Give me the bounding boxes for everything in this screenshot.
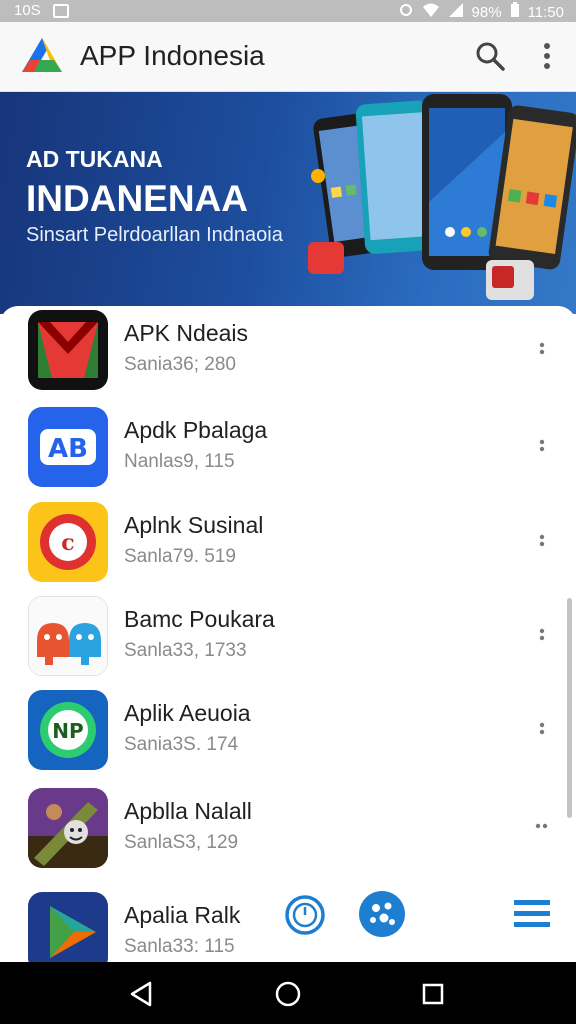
signal-icon xyxy=(448,2,464,22)
recents-button[interactable] xyxy=(417,978,449,1010)
app-name: Apalia Ralk xyxy=(124,902,241,928)
app-meta: Sanla33: 115 xyxy=(124,936,235,957)
item-more-button[interactable] xyxy=(532,528,552,558)
status-time-right: 11:50 xyxy=(527,3,564,21)
app-meta: Sania36; 280 xyxy=(124,354,236,375)
item-more-button[interactable] xyxy=(532,716,552,746)
app-name: APK Ndeais xyxy=(124,320,249,346)
battery-level: 98% xyxy=(471,3,502,21)
timer-icon xyxy=(285,895,325,935)
blue-ab-icon: AB xyxy=(28,407,108,487)
hamburger-menu-icon xyxy=(514,900,550,927)
people-icon xyxy=(359,891,405,937)
timer-button[interactable] xyxy=(284,894,326,936)
more-vert-icon xyxy=(539,628,545,641)
item-more-button[interactable] xyxy=(532,433,552,463)
list-item[interactable]: Bamc Poukara Sanla33, 1733 xyxy=(0,592,576,688)
banner-heading-small: AD TUKANA xyxy=(26,146,163,172)
list-item[interactable]: c Aplnk Susinal Sanla79. 519 xyxy=(0,498,576,594)
more-vert-icon xyxy=(539,534,545,547)
svg-text:NP: NP xyxy=(52,719,83,743)
wifi-icon xyxy=(422,2,440,22)
search-button[interactable] xyxy=(472,38,508,74)
banner-subtitle: Sinsart Pelrdoarllan Indnaoia xyxy=(26,224,283,246)
status-time-left: 10S xyxy=(14,2,41,19)
app-logo-icon xyxy=(20,36,64,81)
app-list: APK Ndeais Sania36; 280 AB Apdk Pbalaga … xyxy=(0,306,576,962)
recents-square-icon xyxy=(422,983,444,1005)
phones-illustration xyxy=(300,92,576,314)
menu-button[interactable] xyxy=(512,896,552,932)
svg-text:AB: AB xyxy=(48,434,88,464)
battery-icon xyxy=(510,2,520,22)
back-button[interactable] xyxy=(126,978,158,1010)
sync-icon xyxy=(398,2,414,22)
home-button[interactable] xyxy=(272,978,304,1010)
system-nav-bar xyxy=(0,962,576,1024)
more-vert-icon xyxy=(539,342,545,355)
notification-icon xyxy=(52,3,69,18)
more-horiz-icon xyxy=(535,823,548,829)
overflow-menu-button[interactable] xyxy=(530,38,564,74)
list-item[interactable]: AB Apdk Pbalaga Nanlas9, 115 xyxy=(0,403,576,499)
banner-heading-large: INDANENAA xyxy=(26,178,248,219)
scrollbar-thumb[interactable] xyxy=(567,598,572,818)
app-meta: Sania3S. 174 xyxy=(124,734,239,755)
item-more-button[interactable] xyxy=(532,622,552,652)
list-item[interactable]: Apblla Nalall SanlaS3, 129 xyxy=(0,784,576,880)
android-robots-icon xyxy=(28,596,108,676)
more-vert-icon xyxy=(539,439,545,452)
more-vert-icon xyxy=(539,722,545,735)
app-name: Apblla Nalall xyxy=(124,798,252,824)
item-more-button[interactable] xyxy=(532,336,552,366)
app-name: Bamc Poukara xyxy=(124,606,275,632)
app-meta: Sanla33, 1733 xyxy=(124,640,247,661)
svg-text:c: c xyxy=(61,530,74,556)
back-triangle-icon xyxy=(130,981,152,1007)
status-bar: 10S 98% 11:50 xyxy=(0,0,576,22)
list-item[interactable]: APK Ndeais Sania36; 280 xyxy=(0,306,576,402)
list-item[interactable]: NP Aplik Aeuoia Sania3S. 174 xyxy=(0,686,576,782)
home-circle-icon xyxy=(275,981,301,1007)
promo-banner[interactable]: AD TUKANA INDANENAA Sinsart Pelrdoarllan… xyxy=(0,92,576,314)
app-name: Aplik Aeuoia xyxy=(124,700,251,726)
app-name: Apdk Pbalaga xyxy=(124,417,268,443)
search-icon xyxy=(476,42,505,71)
app-meta: Sanla79. 519 xyxy=(124,546,236,567)
more-vert-icon xyxy=(544,43,550,69)
play-triangle-icon xyxy=(28,892,108,962)
community-button[interactable] xyxy=(358,890,406,938)
app-title: APP Indonesia xyxy=(80,40,265,71)
app-meta: Nanlas9, 115 xyxy=(124,451,235,472)
app-bar: APP Indonesia xyxy=(0,22,576,92)
app-name: Aplnk Susinal xyxy=(124,512,264,538)
app-meta: SanlaS3, 129 xyxy=(124,832,239,853)
yellow-c-icon: c xyxy=(28,502,108,582)
red-envelope-icon xyxy=(28,310,108,390)
item-more-button[interactable] xyxy=(532,814,552,844)
game-character-icon xyxy=(28,788,108,868)
np-recycle-icon: NP xyxy=(28,690,108,770)
